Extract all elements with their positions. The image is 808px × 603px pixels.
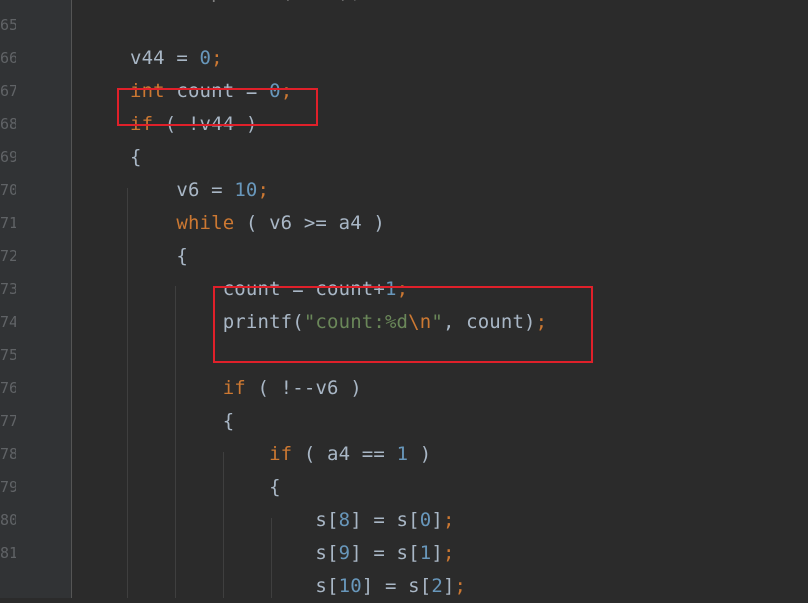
code-token: while — [176, 212, 235, 234]
code-token: ] — [431, 509, 443, 531]
line-number-gutter: 64 65 66 67 68 69 70 71 72 73 74 75 76 77 78 79 80 81 — [0, 0, 72, 598]
code-token: { — [130, 476, 281, 498]
line-number: 64 — [0, 0, 16, 9]
code-token: ] = s[ — [350, 542, 420, 564]
code-token: 2 — [431, 575, 443, 597]
code-token: if — [269, 443, 293, 465]
code-token: s[ — [130, 542, 339, 564]
code-line[interactable]: { — [73, 471, 808, 504]
code-token: 8 — [338, 509, 351, 531]
code-line[interactable]: v44 = 0; — [73, 42, 808, 75]
code-token: { — [130, 245, 188, 267]
code-token: ] = s[ — [350, 509, 420, 531]
code-line[interactable]: { — [73, 240, 808, 273]
code-token: // printf("\n"); — [130, 0, 362, 3]
line-number: 67 — [0, 82, 16, 100]
code-line[interactable]: v6 = 10; — [73, 174, 808, 207]
line-number: 77 — [0, 412, 16, 430]
code-line[interactable]: s[10] = s[2]; — [73, 570, 808, 603]
code-token: 9 — [338, 542, 351, 564]
code-token: 1 — [419, 542, 432, 564]
line-number: 74 — [0, 313, 16, 331]
code-token: ; — [454, 575, 467, 597]
line-number: 80 — [0, 511, 16, 529]
code-token: ; — [442, 509, 455, 531]
code-token: 0 — [199, 47, 212, 69]
line-number: 78 — [0, 445, 16, 463]
line-number: 75 — [0, 346, 16, 364]
code-token: ; — [211, 47, 223, 69]
code-token: ( v6 >= a4 ) — [234, 212, 385, 234]
line-number: 73 — [0, 280, 16, 298]
code-token: ) — [408, 443, 432, 465]
line-number: 69 — [0, 148, 16, 166]
code-token: v6 = — [130, 179, 235, 201]
code-line[interactable]: if ( !--v6 ) — [73, 372, 808, 405]
line-number: 71 — [0, 214, 16, 232]
line-number: 66 — [0, 49, 16, 67]
code-token: { — [130, 146, 142, 168]
highlight-box-declaration — [117, 88, 318, 126]
code-token: ] — [442, 575, 455, 597]
line-number: 70 — [0, 181, 16, 199]
line-number: 72 — [0, 247, 16, 265]
code-line[interactable]: while ( v6 >= a4 ) — [73, 207, 808, 240]
line-number: 68 — [0, 115, 16, 133]
line-number: 76 — [0, 379, 16, 397]
code-token: ; — [442, 542, 455, 564]
code-token: s[ — [130, 509, 339, 531]
code-line[interactable]: // printf("\n"); — [73, 0, 808, 9]
code-line[interactable]: { — [73, 405, 808, 438]
line-number: 81 — [0, 544, 16, 562]
highlight-box-loop-body — [213, 286, 593, 363]
code-token: 1 — [396, 443, 409, 465]
code-token: 10 — [234, 179, 258, 201]
code-line[interactable]: if ( a4 == 1 ) — [73, 438, 808, 471]
line-number: 79 — [0, 478, 16, 496]
code-token: ] = s[ — [361, 575, 432, 597]
code-token: ( !--v6 ) — [245, 377, 362, 399]
code-token: ( a4 == — [292, 443, 397, 465]
code-line[interactable] — [73, 9, 808, 42]
code-line[interactable]: s[9] = s[1]; — [73, 537, 808, 570]
code-token: v44 = — [130, 47, 200, 69]
code-token: s[ — [130, 575, 339, 597]
code-line[interactable]: s[8] = s[0]; — [73, 504, 808, 537]
code-line[interactable]: { — [73, 141, 808, 174]
code-token: ; — [257, 179, 270, 201]
code-token: ] — [431, 542, 443, 564]
code-token: 0 — [419, 509, 432, 531]
code-token: 10 — [338, 575, 362, 597]
line-number: 65 — [0, 16, 16, 34]
code-token: if — [222, 377, 246, 399]
code-token: { — [130, 410, 235, 432]
